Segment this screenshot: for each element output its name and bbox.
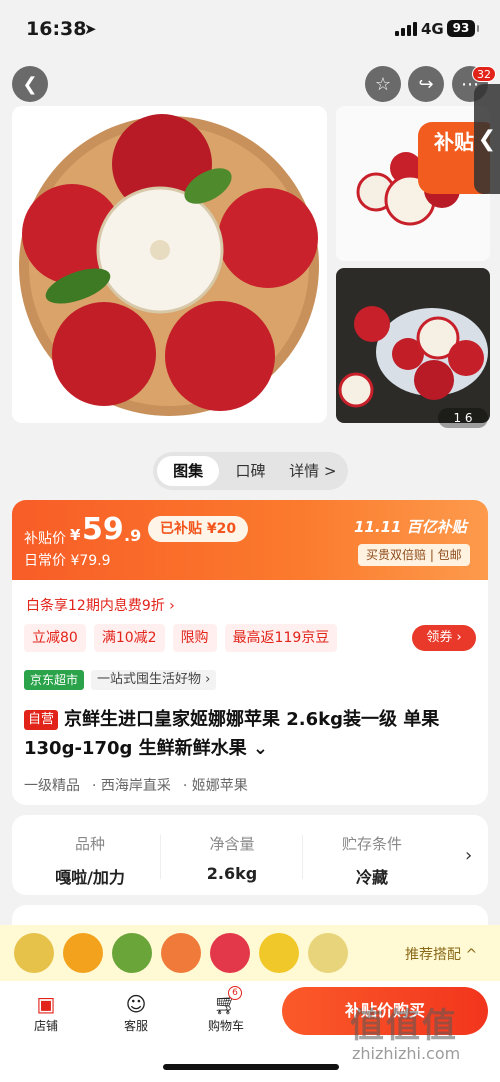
price-card: 补贴价 ¥ 59 .9 日常价 ¥79.9 已补贴 ¥20 11.11 百亿补贴… bbox=[12, 500, 488, 805]
tab-gallery[interactable]: 图集 bbox=[157, 456, 220, 486]
main-product-image[interactable] bbox=[12, 106, 327, 423]
coupon-item[interactable]: 最高返119京豆 bbox=[224, 624, 338, 652]
supermarket-link[interactable]: 一站式囤生活好物 › bbox=[91, 670, 217, 690]
subsidized-amount-badge: 已补贴 ¥20 bbox=[148, 516, 249, 542]
gallery-tabs: 图集 口碑 详情 > bbox=[153, 452, 348, 490]
rec-item-kiwi[interactable] bbox=[112, 933, 152, 973]
event-banner[interactable]: 11.11 百亿补贴 bbox=[354, 516, 467, 537]
side-panel-handle[interactable]: ❮ bbox=[474, 84, 500, 194]
daily-price: 日常价 ¥79.9 bbox=[24, 553, 111, 569]
rec-item-fruit[interactable] bbox=[259, 933, 299, 973]
subsidy-price-label: 补贴价 bbox=[24, 531, 66, 547]
coupon-list: 立减80 满10减2 限购 最高返119京豆 bbox=[24, 624, 338, 652]
back-button[interactable]: ❮ bbox=[12, 66, 48, 102]
star-icon: ☆ bbox=[374, 73, 392, 95]
battery-icon: 93 bbox=[447, 20, 479, 37]
self-operated-badge: 自营 bbox=[24, 710, 59, 730]
product-tag: · 西海岸直采 bbox=[92, 778, 171, 794]
store-button[interactable]: ▣ 店铺 bbox=[16, 991, 76, 1034]
store-label: 店铺 bbox=[33, 1019, 58, 1033]
rec-item-cabbage[interactable] bbox=[308, 933, 348, 973]
rec-item-grapefruit[interactable] bbox=[161, 933, 201, 973]
price-header: 补贴价 ¥ 59 .9 日常价 ¥79.9 已补贴 ¥20 11.11 百亿补贴… bbox=[12, 500, 488, 580]
divider bbox=[160, 835, 161, 879]
status-time: 16:38 bbox=[26, 18, 87, 40]
smile-icon: ☺ bbox=[125, 992, 147, 1016]
coupon-item[interactable]: 立减80 bbox=[24, 624, 86, 652]
product-tag: · 姬娜苹果 bbox=[182, 778, 248, 794]
cart-button[interactable]: 🛒︎ 购物车 bbox=[196, 991, 256, 1034]
apples-thumb-2 bbox=[338, 306, 488, 408]
recommend-label[interactable]: 推荐搭配 ^ bbox=[405, 944, 477, 964]
service-button[interactable]: ☺ 客服 bbox=[106, 991, 166, 1034]
recommend-bar[interactable]: 推荐搭配 ^ bbox=[0, 925, 500, 981]
more-badge: 32 bbox=[472, 66, 496, 82]
watermark-logo: 值值值 bbox=[350, 1006, 458, 1046]
spec-key: 贮存条件 bbox=[341, 835, 402, 853]
cart-label: 购物车 bbox=[207, 1019, 244, 1033]
share-icon: ↪ bbox=[418, 73, 434, 95]
product-title[interactable]: 京鲜生进口皇家姬娜娜苹果 2.6kg装一级 单果130g-170g 生鲜新鲜水果… bbox=[24, 705, 480, 763]
share-button[interactable]: ↪ bbox=[408, 66, 444, 102]
thumbnail-1[interactable]: 补贴 bbox=[336, 106, 490, 261]
status-bar: 16:38 ➤ 4G 93 bbox=[0, 0, 500, 60]
spec-card[interactable]: 品种 嘎啦/加力 净含量 2.6kg 贮存条件 冷藏 › bbox=[12, 815, 488, 895]
spec-storage: 贮存条件 冷藏 bbox=[302, 833, 442, 888]
rec-item-strawberry[interactable] bbox=[210, 933, 250, 973]
rec-item-lemon[interactable] bbox=[63, 933, 103, 973]
spec-variety: 品种 嘎啦/加力 bbox=[20, 833, 160, 888]
thumbnail-2[interactable] bbox=[336, 268, 490, 423]
coupon-item[interactable]: 满10减2 bbox=[93, 624, 165, 652]
spec-key: 品种 bbox=[74, 835, 105, 853]
cart-count-badge: 6 bbox=[228, 986, 242, 1000]
installment-offer[interactable]: 白条享12期内息费9折 › bbox=[26, 595, 175, 615]
guarantee-badge: 买贵双倍赔 | 包邮 bbox=[358, 544, 470, 566]
tab-reviews[interactable]: 口碑 bbox=[219, 456, 281, 486]
product-tags: 一级精品 · 西海岸直采 · 姬娜苹果 bbox=[24, 775, 248, 795]
favorite-button[interactable]: ☆ bbox=[365, 66, 401, 102]
location-arrow-icon: ➤ bbox=[84, 20, 97, 38]
product-tag: 一级精品 bbox=[24, 778, 80, 794]
rec-item-juice[interactable] bbox=[14, 933, 54, 973]
back-arrow-icon: ❮ bbox=[22, 73, 38, 95]
network-type: 4G bbox=[421, 20, 444, 38]
spec-net-weight: 净含量 2.6kg bbox=[162, 833, 302, 883]
chevron-left-icon: ❮ bbox=[477, 126, 497, 152]
tab-details[interactable]: 详情 > bbox=[282, 456, 344, 486]
get-coupon-button[interactable]: 领券 › bbox=[412, 625, 476, 651]
subsidy-price-decimal: .9 bbox=[124, 526, 142, 545]
watermark-url: zhizhizhi.com bbox=[352, 1044, 461, 1063]
apples-bowl-image bbox=[19, 114, 319, 416]
cart-icon: 🛒︎ bbox=[213, 992, 239, 1016]
coupon-item[interactable]: 限购 bbox=[172, 624, 217, 652]
spec-key: 净含量 bbox=[209, 835, 255, 853]
supermarket-badge[interactable]: 京东超市 bbox=[24, 670, 85, 690]
currency-symbol: ¥ bbox=[70, 526, 81, 544]
store-icon: ▣ bbox=[36, 992, 56, 1016]
signal-icon bbox=[395, 22, 417, 36]
spec-value: 嘎啦/加力 bbox=[55, 868, 125, 887]
gallery-page-indicator: 1 6 bbox=[438, 408, 488, 428]
subsidy-price-integer: 59 bbox=[82, 512, 124, 547]
home-indicator[interactable] bbox=[163, 1064, 339, 1070]
spec-value: 2.6kg bbox=[206, 864, 258, 883]
chevron-right-icon: › bbox=[465, 845, 473, 866]
service-label: 客服 bbox=[123, 1019, 148, 1033]
spec-value: 冷藏 bbox=[355, 868, 388, 887]
